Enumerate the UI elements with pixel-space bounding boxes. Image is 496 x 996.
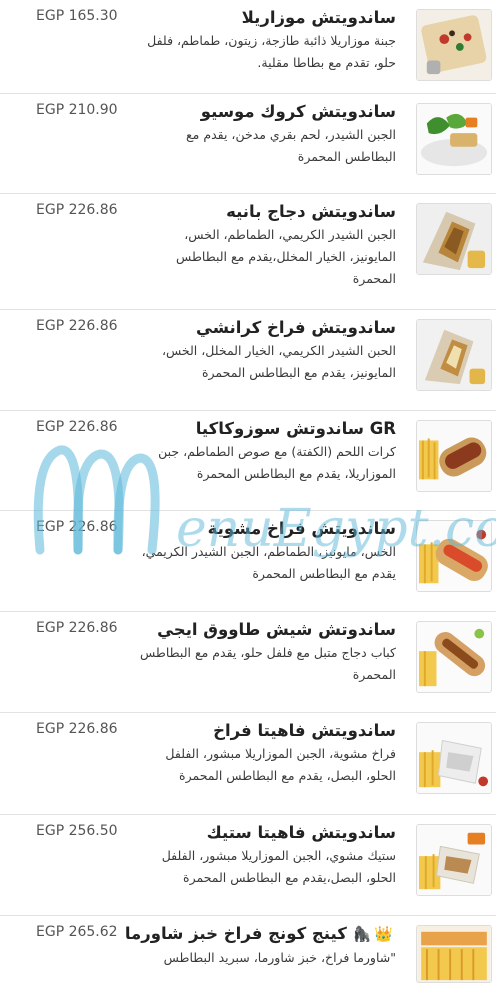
item-text: ساندويتش فراخ مشوية الخس، مايونيز، الطما… [136, 516, 396, 585]
menu-item[interactable]: EGP 165.30 ساندويتش موزاريلا جبنة موزاري… [0, 0, 496, 94]
crown-icon: 👑 [374, 925, 393, 943]
item-price: EGP 226.86 [36, 519, 118, 535]
menu-item[interactable]: EGP 226.86 ساندويتش فراخ مشوية الخس، ماي… [0, 511, 496, 612]
item-photo[interactable] [416, 319, 492, 391]
menu-item[interactable]: EGP 256.50 ساندويتش فاهيتا ستيك ستيك مشو… [0, 815, 496, 916]
gorilla-icon: 🦍 [352, 925, 372, 943]
item-photo[interactable] [416, 824, 492, 896]
item-photo[interactable] [416, 420, 492, 492]
item-photo[interactable] [416, 925, 492, 983]
item-text: ساندويتش فاهيتا ستيك ستيك مشوي، الجبن ال… [136, 820, 396, 889]
item-description: ستيك مشوي، الجبن الموزاريلا مبشور، الفلف… [161, 848, 396, 885]
item-description: كباب دجاج متبل مع فلفل حلو، يقدم مع البط… [139, 645, 396, 682]
menu-item[interactable]: EGP 265.62 👑🦍 كينج كونج فراخ خبز شاورما … [0, 916, 496, 996]
menu-item[interactable]: EGP 210.90 ساندويتش كروك موسيو الجبن الش… [0, 94, 496, 194]
item-price: EGP 265.62 [36, 924, 118, 940]
item-name: ساندويتش دجاج بانيه [226, 202, 396, 221]
item-photo[interactable] [416, 9, 492, 81]
item-name: ساندويتش فاهيتا ستيك [206, 823, 396, 842]
item-description: الخس، مايونيز، الطماطم، الجبن الشيدر الك… [141, 544, 396, 581]
menu-item[interactable]: EGP 226.86 ساندويتش فراخ كرانشي الحبن ال… [0, 310, 496, 411]
menu-item[interactable]: EGP 226.86 ساندويتش دجاج بانيه الجبن الش… [0, 194, 496, 310]
item-price: EGP 226.86 [36, 202, 118, 218]
item-photo[interactable] [416, 203, 492, 275]
menu-item[interactable]: EGP 226.86 ساندوتش شيش طاووق ايجي كباب د… [0, 612, 496, 713]
item-price: EGP 210.90 [36, 102, 118, 118]
menu-item[interactable]: EGP 226.86 GR ساندوتش سوزوكاكيا كرات الل… [0, 411, 496, 511]
item-text: ساندوتش شيش طاووق ايجي كباب دجاج متبل مع… [136, 617, 396, 686]
item-text: ساندويتش كروك موسيو الجبن الشيدر، لحم بق… [136, 99, 396, 168]
item-name: GR ساندوتش سوزوكاكيا [195, 419, 396, 438]
item-text: ساندويتش دجاج بانيه الجبن الشيدر الكريمي… [136, 199, 396, 290]
item-description: الجبن الشيدر، لحم بقري مدخن، يقدم مع الب… [186, 127, 396, 164]
menu-item[interactable]: EGP 226.86 ساندويتش فاهيتا فراخ فراخ مشو… [0, 713, 496, 815]
item-photo[interactable] [416, 722, 492, 794]
item-photo[interactable] [416, 520, 492, 592]
item-text: ساندويتش موزاريلا جبنة موزاريلا ذائبة طا… [136, 5, 396, 74]
item-price: EGP 226.86 [36, 620, 118, 636]
item-name: ساندويتش فراخ مشوية [207, 519, 396, 538]
item-name: ساندويتش كروك موسيو [200, 102, 396, 121]
item-price: EGP 165.30 [36, 8, 118, 24]
item-description: الجبن الشيدر الكريمي، الطماطم، الخس، الم… [176, 227, 396, 286]
item-text: ساندويتش فاهيتا فراخ فراخ مشوية، الجبن ا… [136, 718, 396, 787]
item-text: ساندويتش فراخ كرانشي الحبن الشيدر الكريم… [136, 315, 396, 384]
item-price: EGP 226.86 [36, 318, 118, 334]
item-text: 👑🦍 كينج كونج فراخ خبز شاورما "شاورما فرا… [125, 921, 396, 969]
item-photo[interactable] [416, 621, 492, 693]
item-price: EGP 226.86 [36, 721, 118, 737]
item-text: GR ساندوتش سوزوكاكيا كرات اللحم (الكفتة)… [136, 416, 396, 485]
item-photo[interactable] [416, 103, 492, 175]
item-name: ساندوتش شيش طاووق ايجي [157, 620, 396, 639]
item-name: 👑🦍 كينج كونج فراخ خبز شاورما [125, 921, 396, 947]
item-name-text: كينج كونج فراخ خبز شاورما [124, 924, 347, 943]
item-description: كرات اللحم (الكفتة) مع صوص الطماطم، جبن … [158, 444, 396, 481]
item-description: جبنة موزاريلا ذائبة طازجة، زيتون، طماطم،… [147, 33, 396, 70]
item-description: فراخ مشوية، الجبن الموزاريلا مبشور، الفل… [165, 746, 396, 783]
item-price: EGP 226.86 [36, 419, 118, 435]
item-name: ساندويتش فراخ كرانشي [196, 318, 396, 337]
item-price: EGP 256.50 [36, 823, 118, 839]
item-name: ساندويتش موزاريلا [241, 8, 396, 27]
item-description: الحبن الشيدر الكريمي، الخيار المخلل، الخ… [161, 343, 396, 380]
item-name: ساندويتش فاهيتا فراخ [213, 721, 396, 740]
item-description: "شاورما فراخ، خبز شاورما، سبريد البطاطس [163, 950, 396, 965]
